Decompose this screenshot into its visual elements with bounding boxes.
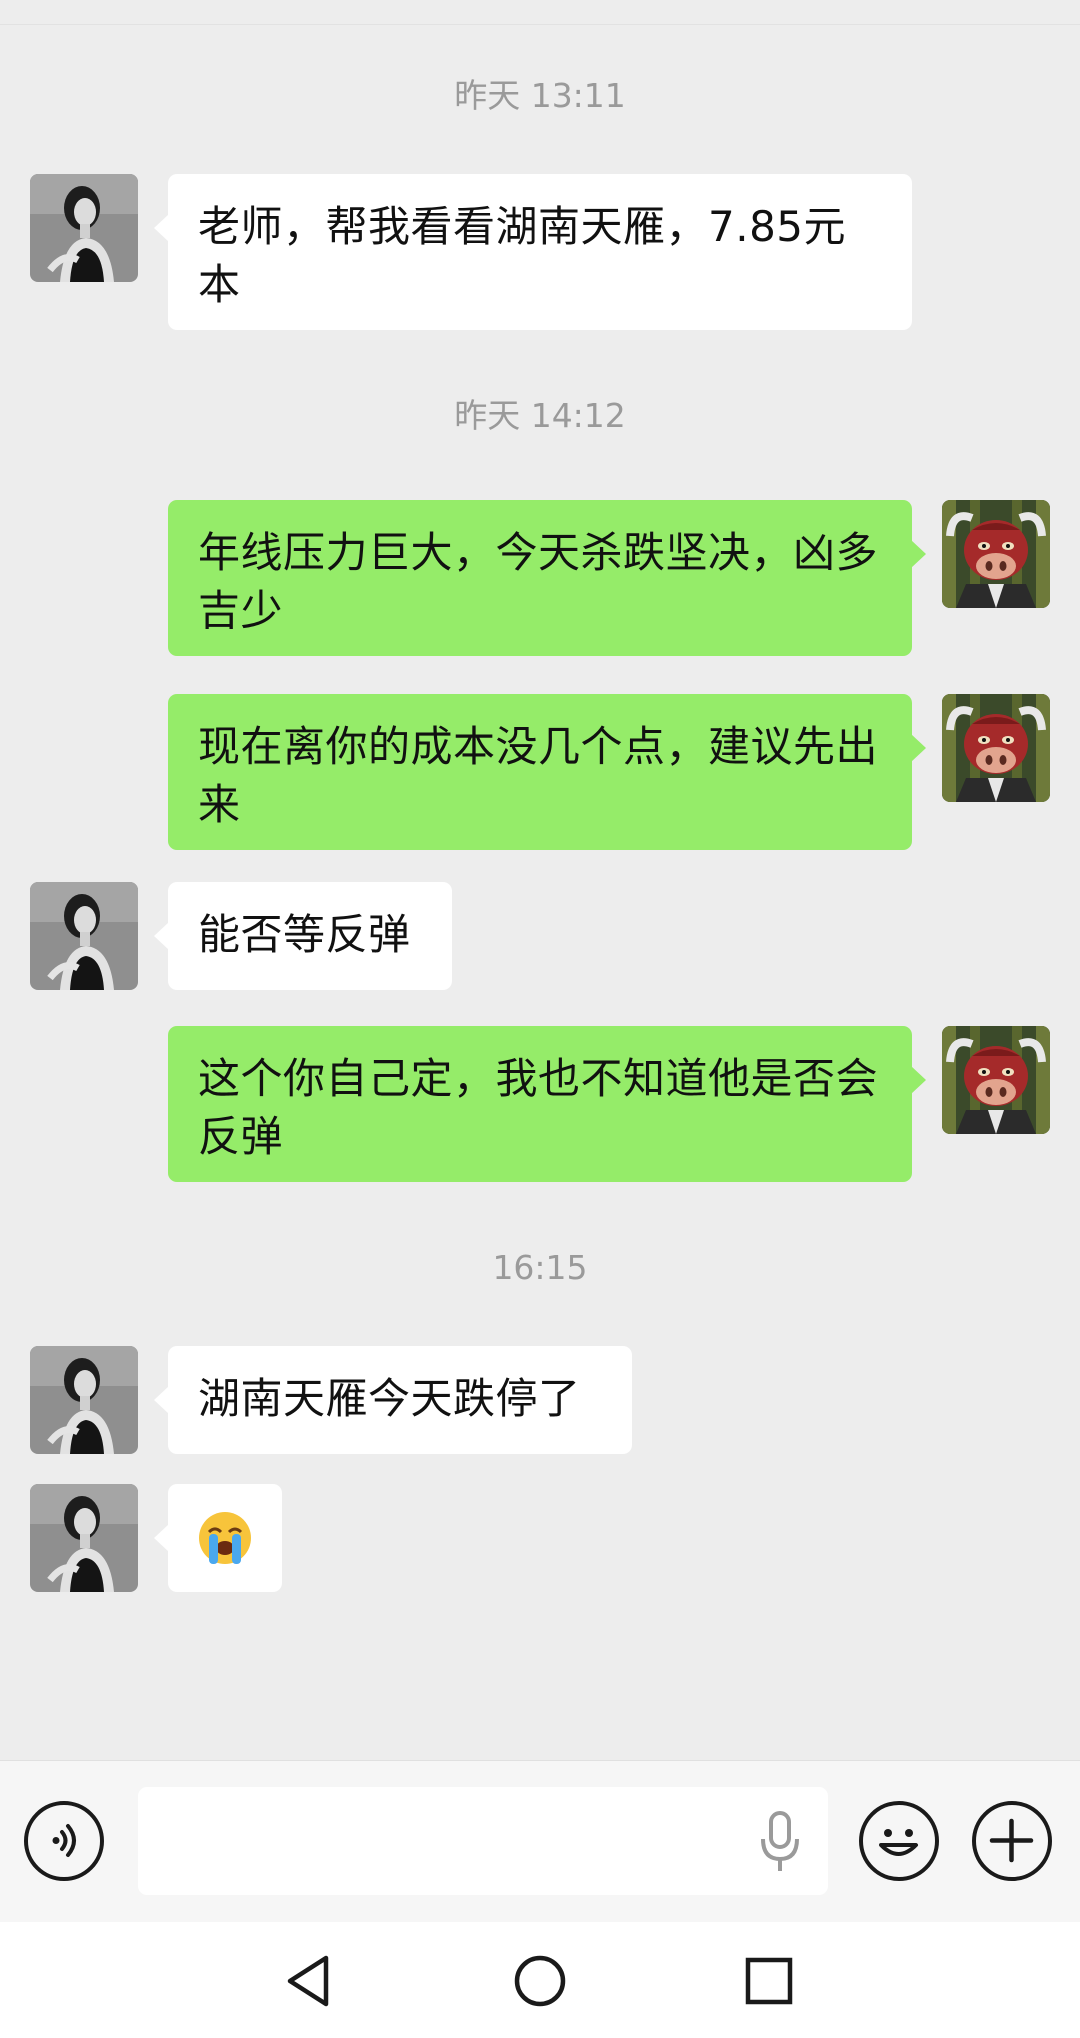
voice-mode-button[interactable] — [24, 1801, 104, 1881]
message-bubble-outgoing[interactable]: 年线压力巨大，今天杀跌坚决，凶多吉少 — [168, 500, 926, 656]
message-text: 年线压力巨大，今天杀跌坚决，凶多吉少 — [198, 528, 879, 635]
timestamp: 昨天 13:11 — [454, 76, 626, 115]
message-text: 老师，帮我看看湖南天雁，7.85元本 — [198, 202, 847, 309]
message-bubble-outgoing[interactable]: 这个你自己定，我也不知道他是否会反弹 — [168, 1026, 926, 1182]
plus-icon — [989, 1818, 1034, 1863]
circle-home-icon[interactable] — [509, 1950, 571, 2012]
contact-avatar[interactable] — [30, 882, 138, 990]
smiley-icon — [879, 1829, 918, 1856]
microphone-icon[interactable] — [756, 1809, 804, 1875]
message-bubble-incoming[interactable] — [154, 1484, 282, 1592]
timestamp: 16:15 — [492, 1248, 588, 1287]
contact-avatar[interactable] — [30, 1346, 138, 1454]
my-avatar[interactable] — [942, 694, 1050, 802]
square-recents-icon[interactable] — [738, 1950, 800, 2012]
contact-avatar[interactable] — [30, 174, 138, 282]
contact-avatar[interactable] — [30, 1484, 138, 1592]
message-text: 现在离你的成本没几个点，建议先出来 — [198, 722, 879, 829]
message-text: 湖南天雁今天跌停了 — [198, 1374, 581, 1423]
chat-area[interactable]: 昨天 13:11 老师，帮我看看湖南天雁，7.85元本 昨天 14:12 年线压… — [0, 0, 1080, 1760]
message-bubble-incoming[interactable]: 老师，帮我看看湖南天雁，7.85元本 — [154, 174, 912, 330]
message-bubble-incoming[interactable]: 湖南天雁今天跌停了 — [154, 1346, 632, 1454]
more-plus-button[interactable] — [972, 1801, 1052, 1881]
message-bubble-incoming[interactable]: 能否等反弹 — [154, 882, 452, 990]
voice-mode-icon — [52, 1824, 76, 1857]
loudly-crying-face-icon — [199, 1512, 251, 1564]
my-avatar[interactable] — [942, 500, 1050, 608]
triangle-back-icon[interactable] — [278, 1950, 340, 2012]
system-nav-bar — [0, 1922, 1080, 2038]
message-input[interactable] — [138, 1787, 828, 1895]
message-bubble-outgoing[interactable]: 现在离你的成本没几个点，建议先出来 — [168, 694, 926, 850]
message-text: 这个你自己定，我也不知道他是否会反弹 — [198, 1054, 879, 1161]
input-bar — [0, 1760, 1080, 1923]
my-avatar[interactable] — [942, 1026, 1050, 1134]
timestamp: 昨天 14:12 — [454, 396, 626, 435]
emoji-button[interactable] — [859, 1801, 939, 1881]
message-text: 能否等反弹 — [198, 910, 411, 959]
